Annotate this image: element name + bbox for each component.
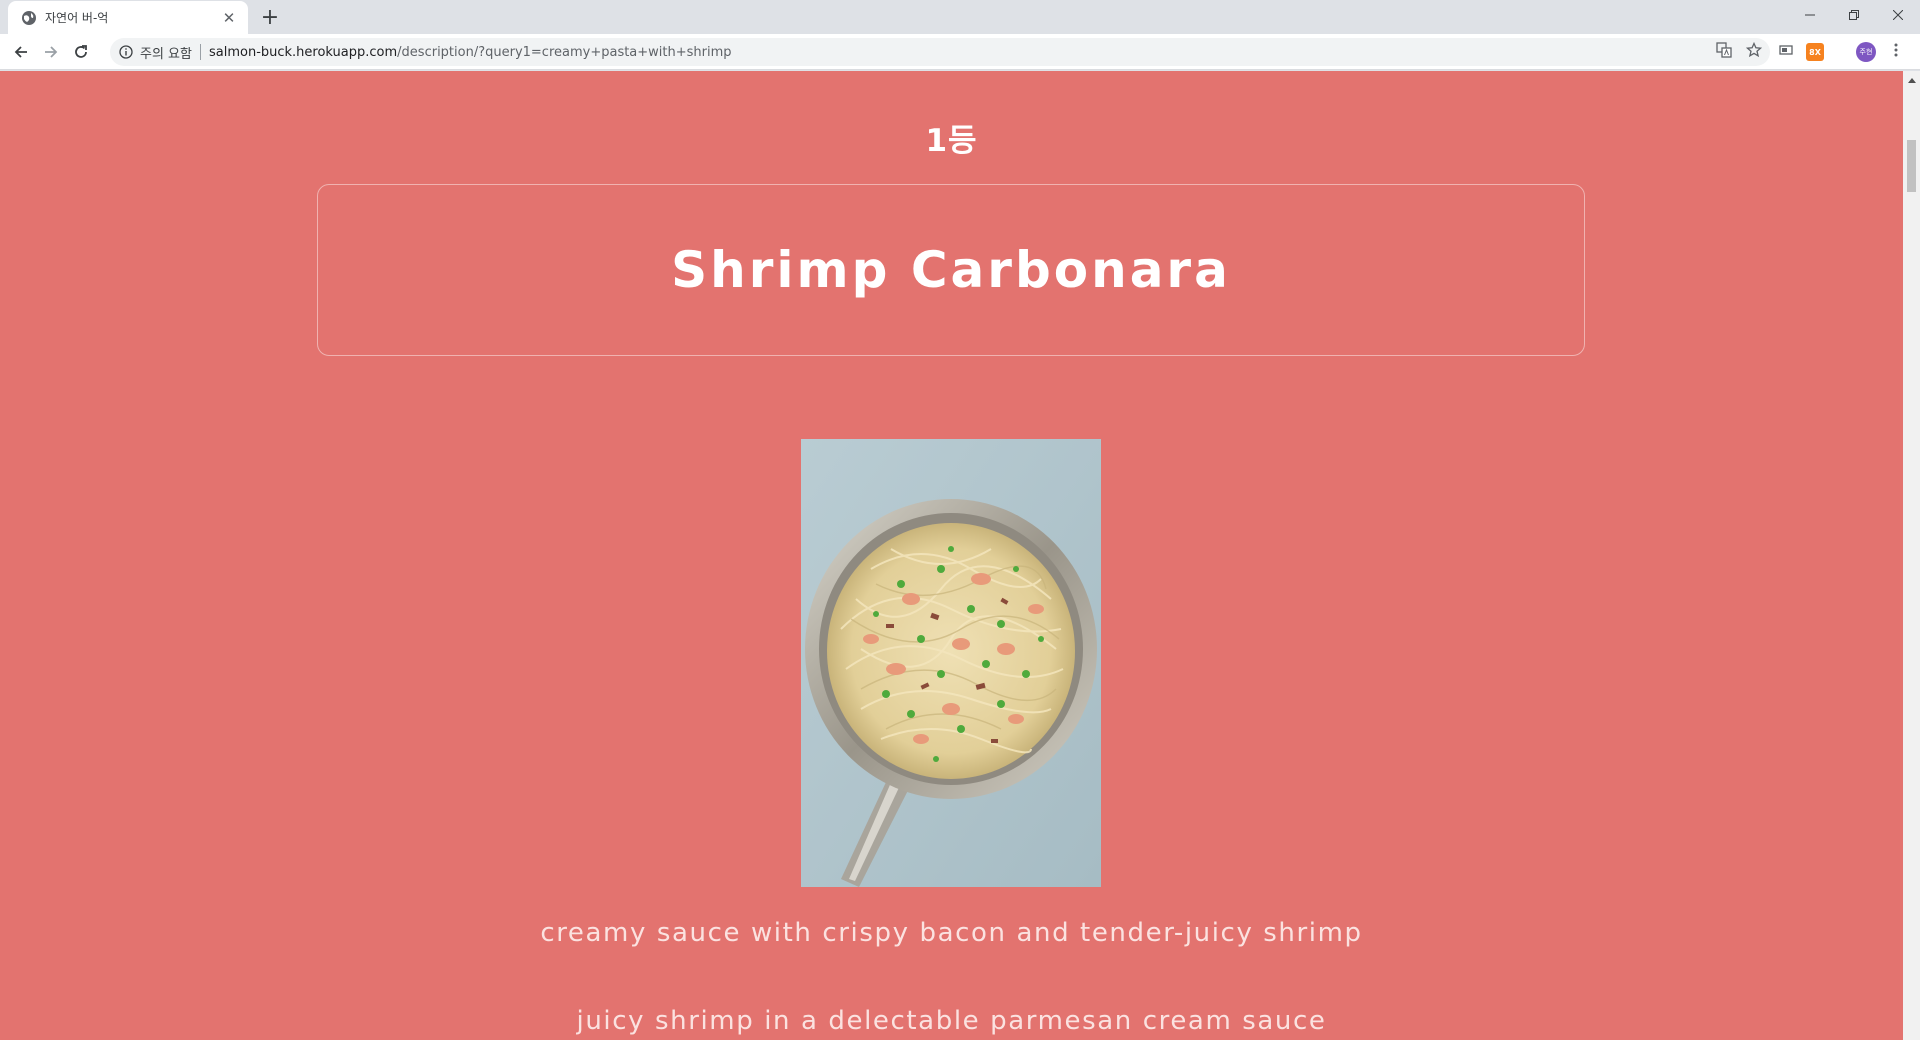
page-viewport: 1등 Shrimp Carbonara creamy sauce with cr… — [0, 71, 1903, 1040]
page-scrollbar[interactable] — [1903, 71, 1920, 1040]
url-path[interactable]: /description/?query1=creamy+pasta+with+s… — [397, 45, 731, 60]
recipe-description-1: creamy sauce with crispy bacon and tende… — [540, 918, 1363, 948]
globe-icon — [21, 10, 37, 26]
reload-icon — [75, 44, 87, 58]
rank-label: 1등 — [925, 123, 978, 159]
tab-strip: 자연어 버-억 ✕ + — [0, 0, 1920, 34]
forward-button[interactable] — [36, 37, 66, 67]
scroll-up-arrow-icon[interactable] — [1903, 71, 1920, 88]
url-host[interactable]: salmon-buck.herokuapp.com — [209, 45, 397, 60]
close-window-icon[interactable] — [1876, 0, 1920, 30]
scroll-thumb[interactable] — [1907, 140, 1916, 192]
browser-toolbar: 주의 요함 salmon-buck.herokuapp.com /descrip… — [0, 34, 1920, 70]
forward-arrow-icon — [45, 45, 58, 58]
minimize-icon[interactable] — [1788, 0, 1832, 30]
active-tab[interactable]: 자연어 버-억 ✕ — [8, 1, 248, 34]
menu-kebab-icon[interactable] — [1888, 42, 1904, 62]
cast-icon[interactable] — [1778, 42, 1794, 62]
security-label[interactable]: 주의 요함 — [140, 43, 192, 62]
new-tab-button[interactable]: + — [258, 6, 282, 30]
dish-photo — [801, 439, 1101, 887]
recipe-title: Shrimp Carbonara — [671, 241, 1231, 299]
bookmark-star-icon[interactable] — [1745, 41, 1763, 62]
back-arrow-icon — [14, 45, 27, 58]
window-controls — [1788, 0, 1920, 30]
reload-button[interactable] — [66, 37, 96, 67]
tab-title: 자연어 버-억 — [45, 11, 109, 25]
info-icon[interactable] — [118, 44, 134, 60]
recipe-description-2: juicy shrimp in a delectable parmesan cr… — [576, 1006, 1327, 1036]
recipe-title-card: Shrimp Carbonara — [317, 184, 1585, 356]
extensions-area: 8X 주현 — [1778, 34, 1904, 70]
close-tab-icon[interactable]: ✕ — [220, 9, 238, 27]
address-bar[interactable]: 주의 요함 salmon-buck.herokuapp.com /descrip… — [110, 38, 1770, 66]
back-button[interactable] — [6, 37, 36, 67]
divider — [199, 44, 201, 60]
profile-avatar[interactable]: 주현 — [1856, 42, 1876, 62]
restore-icon[interactable] — [1832, 0, 1876, 30]
extension-badge[interactable]: 8X — [1806, 43, 1824, 61]
translate-icon[interactable] — [1716, 42, 1732, 62]
